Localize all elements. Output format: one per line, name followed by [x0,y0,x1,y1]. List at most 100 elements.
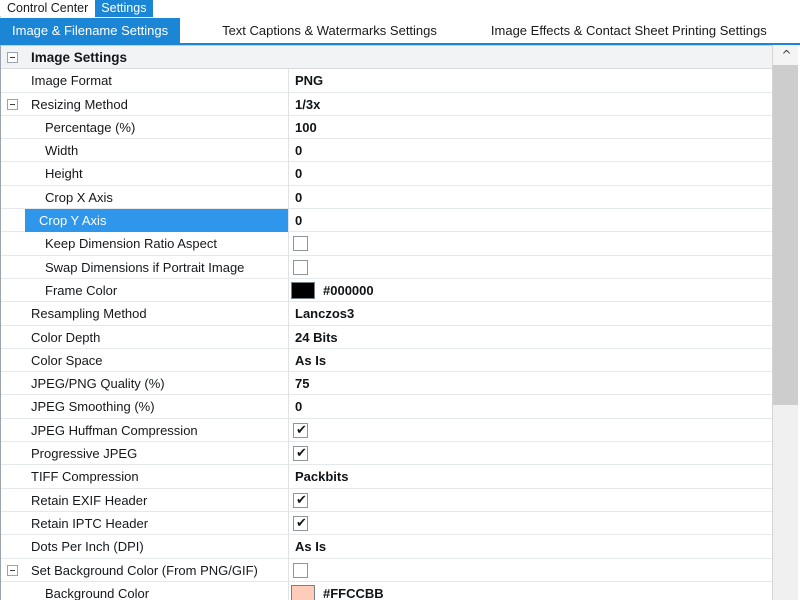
property-row[interactable]: Resizing Method 1/3x [1,92,772,116]
vertical-scrollbar[interactable]: ^ [772,45,800,600]
property-label: Image Format [31,73,112,89]
scroll-up-button[interactable]: ^ [773,45,800,65]
property-row[interactable]: Background Color #FFCCBB [1,581,772,600]
property-value[interactable]: Packbits [295,465,348,488]
window-tab-inactive-0[interactable]: Control Center [1,0,96,17]
color-swatch[interactable] [291,584,315,600]
property-checkbox[interactable]: ✔ [293,515,308,531]
property-label: Resizing Method [31,96,128,112]
column-divider [288,465,289,489]
property-row[interactable]: JPEG/PNG Quality (%) 75 [1,372,772,396]
property-checkbox[interactable] [293,562,308,578]
property-label: Set Background Color (From PNG/GIF) [31,562,258,578]
settings-tab-0[interactable]: Image & Filename Settings [0,18,181,44]
property-value[interactable]: 0 [295,139,302,162]
property-row[interactable]: Retain IPTC Header ✔ [1,511,772,536]
property-row[interactable]: JPEG Smoothing (%) 0 [1,395,772,419]
property-label: Height [45,166,83,182]
property-checkbox[interactable] [293,236,308,252]
property-value[interactable]: 1/3x [295,93,320,116]
property-value[interactable]: 0 [295,395,302,418]
property-value[interactable]: 100 [295,116,317,139]
property-row[interactable]: TIFF Compression Packbits [1,465,772,489]
property-checkbox[interactable]: ✔ [293,422,308,438]
property-row[interactable]: Color Depth 24 Bits [1,325,772,349]
property-value[interactable]: Lanczos3 [295,302,354,325]
property-label: Keep Dimension Ratio Aspect [45,236,217,252]
property-value[interactable]: PNG [295,69,323,92]
property-row[interactable]: Set Background Color (From PNG/GIF) [1,558,772,582]
property-checkbox[interactable] [293,259,308,275]
property-row[interactable]: Resampling Method Lanczos3 [1,302,772,326]
property-label: Resampling Method [31,306,147,322]
column-divider [288,348,289,373]
window-tabs: Control Center Settings [0,0,800,17]
property-value[interactable]: 75 [295,372,309,395]
property-row[interactable]: Progressive JPEG ✔ [1,442,772,466]
settings-tab-1[interactable]: Text Captions & Watermarks Settings [210,18,449,44]
property-label: Swap Dimensions if Portrait Image [45,259,245,275]
property-row[interactable]: Image Format PNG [1,69,772,93]
column-divider [288,442,289,466]
window-tab-active-1[interactable]: Settings [95,0,154,17]
property-label: Width [45,143,79,159]
property-value[interactable]: 0 [295,162,302,185]
property-label: Background Color [45,585,150,600]
property-grid-rows: Image Settings Image Format PNG Resizing Me… [1,46,772,600]
property-row[interactable]: Retain EXIF Header ✔ [1,488,772,512]
column-divider [288,325,289,349]
property-row[interactable]: JPEG Huffman Compression ✔ [1,418,772,443]
check-icon: ✔ [296,515,307,531]
column-divider [288,92,289,116]
color-hex-value[interactable]: #FFCCBB [323,582,384,600]
window-tab-strip: Control Center Settings [0,0,800,17]
property-row[interactable]: Height 0 [1,162,772,186]
color-swatch[interactable] [291,281,315,299]
property-label: TIFF Compression [31,469,139,485]
column-divider [288,115,289,140]
check-icon: ✔ [296,446,307,462]
column-divider [288,581,289,600]
column-divider [288,558,289,582]
column-divider [288,139,289,163]
property-row[interactable]: Color Space As Is [1,348,772,373]
scrollbar-track[interactable] [773,65,800,600]
column-divider [288,46,289,69]
property-row[interactable]: Swap Dimensions if Portrait Image [1,255,772,279]
property-row[interactable]: Width 0 [1,139,772,163]
column-divider [288,185,289,210]
settings-tab-spacer [449,18,479,44]
property-row[interactable]: Crop X Axis 0 [1,185,772,210]
column-divider [288,209,289,233]
property-row[interactable]: Keep Dimension Ratio Aspect [1,232,772,256]
column-divider [288,255,289,279]
collapse-icon[interactable] [7,52,18,63]
column-divider [288,232,289,256]
property-value[interactable]: 0 [295,209,302,232]
settings-tabs: Image & Filename Settings Text Captions &… [0,18,800,44]
column-divider [288,395,289,419]
property-row[interactable]: Frame Color #000000 [1,278,772,303]
collapse-icon[interactable] [7,564,18,576]
settings-tab-2[interactable]: Image Effects & Contact Sheet Printing S… [478,18,779,44]
property-row[interactable]: Percentage (%) 100 [1,115,772,140]
property-checkbox[interactable]: ✔ [293,492,308,508]
column-divider [288,162,289,186]
property-value[interactable]: As Is [295,535,326,558]
property-grid[interactable]: Image Settings Image Format PNG Resizing Me… [0,45,800,600]
scrollbar-thumb[interactable] [773,65,800,405]
property-checkbox[interactable]: ✔ [293,446,308,462]
property-row[interactable]: Crop Y Axis 0 [1,209,772,233]
settings-tab-spacer [180,18,210,44]
color-hex-value[interactable]: #000000 [323,279,374,302]
property-value[interactable]: As Is [295,349,326,372]
property-group-header[interactable]: Image Settings [1,46,772,70]
property-row[interactable]: Dots Per Inch (DPI) As Is [1,535,772,559]
property-value[interactable]: 24 Bits [295,326,338,349]
collapse-icon[interactable] [7,98,18,110]
window-tab-filler [153,0,800,17]
property-label: Color Space [31,352,103,368]
column-divider [288,535,289,559]
property-label: Progressive JPEG [31,446,138,462]
property-value[interactable]: 0 [295,186,302,209]
